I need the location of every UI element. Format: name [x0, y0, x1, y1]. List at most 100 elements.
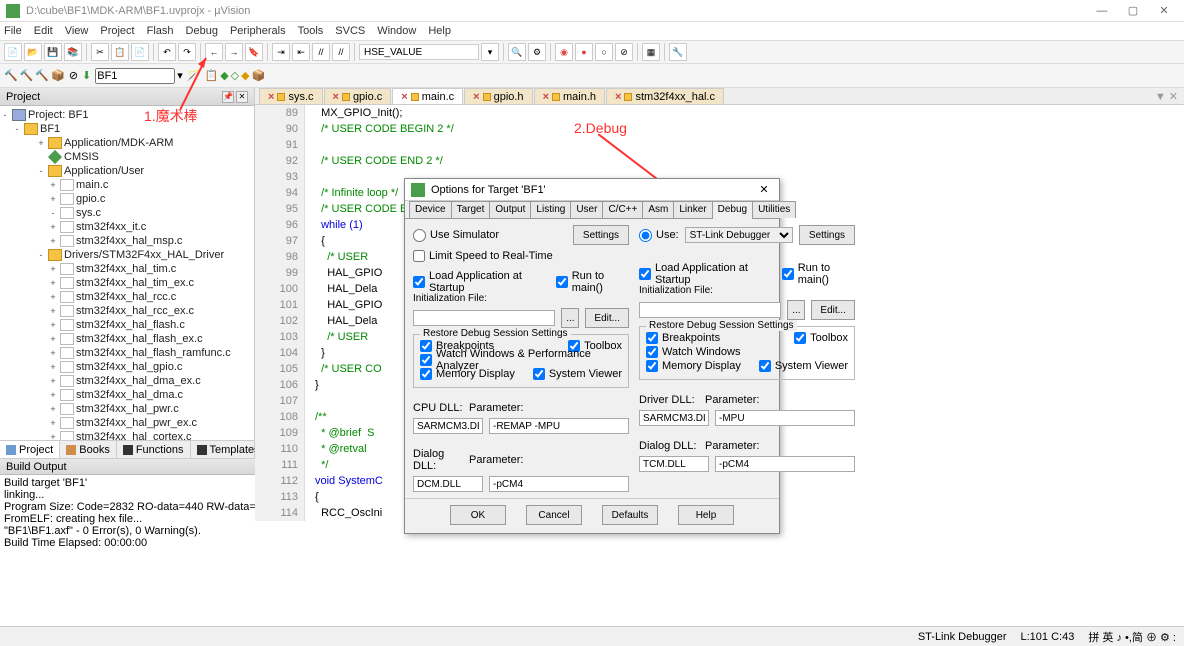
tools-icon[interactable]: 🔧: [669, 43, 687, 61]
bp-kill-icon[interactable]: ⊘: [615, 43, 633, 61]
expand-icon[interactable]: +: [48, 334, 58, 344]
defaults-button[interactable]: Defaults: [602, 505, 658, 525]
translate-icon[interactable]: 🔨: [4, 69, 18, 82]
drv-param-input[interactable]: [715, 410, 855, 426]
dbg-load-app-check[interactable]: Load Application at Startup: [639, 267, 770, 281]
dialog-tab-linker[interactable]: Linker: [673, 201, 712, 218]
expand-icon[interactable]: +: [48, 180, 58, 190]
dbg-toolbox-check[interactable]: Toolbox: [794, 331, 848, 345]
rdlg-dll-input[interactable]: [639, 456, 709, 472]
dlg-dll-input[interactable]: [413, 476, 483, 492]
tab-close-icon[interactable]: ×: [333, 91, 339, 103]
project-tab-project[interactable]: Project: [0, 441, 60, 458]
tree-item[interactable]: +stm32f4xx_hal_flash_ramfunc.c: [0, 346, 254, 360]
tree-item[interactable]: +stm32f4xx_hal_flash_ex.c: [0, 332, 254, 346]
pane-pin-icon[interactable]: 📌: [222, 91, 234, 103]
dbg-breakpoints-check[interactable]: Breakpoints: [646, 331, 788, 345]
expand-icon[interactable]: +: [48, 264, 58, 274]
cut-icon[interactable]: ✂: [91, 43, 109, 61]
expand-icon[interactable]: -: [12, 124, 22, 134]
indent-icon[interactable]: ⇥: [272, 43, 290, 61]
tree-item[interactable]: -BF1: [0, 122, 254, 136]
find-dropdown-icon[interactable]: ▾: [481, 43, 499, 61]
bp-disable-icon[interactable]: ○: [595, 43, 613, 61]
tree-item[interactable]: CMSIS: [0, 150, 254, 164]
uncomment-icon[interactable]: //: [332, 43, 350, 61]
bookmark-icon[interactable]: 🔖: [245, 43, 263, 61]
batch-icon[interactable]: 📦: [51, 69, 65, 82]
expand-icon[interactable]: +: [48, 432, 58, 440]
menu-flash[interactable]: Flash: [147, 25, 174, 37]
editor-tab[interactable]: ×gpio.c: [324, 88, 392, 104]
close-button[interactable]: ✕: [1150, 4, 1178, 17]
dbg-watch-check[interactable]: Watch Windows: [646, 345, 848, 359]
sim-watch-check[interactable]: Watch Windows & Performance Analyzer: [420, 353, 622, 367]
drv-dll-input[interactable]: [639, 410, 709, 426]
tree-item[interactable]: +Application/MDK-ARM: [0, 136, 254, 150]
unindent-icon[interactable]: ⇤: [292, 43, 310, 61]
cancel-button[interactable]: Cancel: [526, 505, 582, 525]
tree-item[interactable]: +main.c: [0, 178, 254, 192]
expand-icon[interactable]: +: [48, 418, 58, 428]
cpu-dll-input[interactable]: [413, 418, 483, 434]
undo-icon[interactable]: ↶: [158, 43, 176, 61]
save-icon[interactable]: 💾: [44, 43, 62, 61]
rte-icon[interactable]: 📦: [252, 69, 266, 82]
dialog-tab-utilities[interactable]: Utilities: [752, 201, 796, 218]
download-icon[interactable]: ⬇: [82, 69, 91, 82]
paste-icon[interactable]: 📄: [131, 43, 149, 61]
ok-button[interactable]: OK: [450, 505, 506, 525]
menu-file[interactable]: File: [4, 25, 22, 37]
expand-icon[interactable]: +: [48, 320, 58, 330]
expand-icon[interactable]: -: [36, 166, 46, 176]
dbg-run-main-check[interactable]: Run to main(): [782, 267, 855, 281]
dialog-tab-device[interactable]: Device: [409, 201, 452, 218]
help-button[interactable]: Help: [678, 505, 734, 525]
rdlg-param-input[interactable]: [715, 456, 855, 472]
dbg-browse-button[interactable]: ...: [787, 300, 805, 320]
editor-tab-menu[interactable]: ▼ ✕: [1149, 90, 1184, 103]
tree-item[interactable]: +stm32f4xx_hal_tim_ex.c: [0, 276, 254, 290]
tree-item[interactable]: +stm32f4xx_hal_gpio.c: [0, 360, 254, 374]
use-simulator-radio[interactable]: Use Simulator: [413, 228, 499, 242]
menu-peripherals[interactable]: Peripherals: [230, 25, 286, 37]
editor-tab[interactable]: ×stm32f4xx_hal.c: [606, 88, 724, 104]
nav-fwd-icon[interactable]: →: [225, 43, 243, 61]
window-icon[interactable]: ▦: [642, 43, 660, 61]
dialog-tab-target[interactable]: Target: [451, 201, 491, 218]
tab-close-icon[interactable]: ×: [401, 91, 407, 103]
sim-load-app-check[interactable]: Load Application at Startup: [413, 275, 544, 289]
menu-tools[interactable]: Tools: [298, 25, 324, 37]
comment-icon[interactable]: //: [312, 43, 330, 61]
cpu-param-input[interactable]: [489, 418, 629, 434]
project-tab-books[interactable]: Books: [60, 441, 117, 458]
menu-window[interactable]: Window: [377, 25, 416, 37]
menu-view[interactable]: View: [65, 25, 89, 37]
tree-item[interactable]: +stm32f4xx_hal_rcc_ex.c: [0, 304, 254, 318]
expand-icon[interactable]: +: [48, 348, 58, 358]
tree-item[interactable]: +stm32f4xx_hal_cortex.c: [0, 430, 254, 440]
dialog-tab-listing[interactable]: Listing: [530, 201, 571, 218]
dlg-param-input[interactable]: [489, 476, 629, 492]
dialog-tab-c/c++[interactable]: C/C++: [602, 201, 643, 218]
expand-icon[interactable]: -: [36, 250, 46, 260]
copy-icon[interactable]: 📋: [111, 43, 129, 61]
debugger-combo[interactable]: ST-Link Debugger: [685, 227, 793, 243]
tree-item[interactable]: +stm32f4xx_it.c: [0, 220, 254, 234]
tab-close-icon[interactable]: ×: [268, 91, 274, 103]
expand-icon[interactable]: +: [48, 362, 58, 372]
dialog-tab-debug[interactable]: Debug: [712, 201, 753, 219]
target-dropdown-icon[interactable]: ▾: [177, 69, 183, 82]
dbg-edit-button[interactable]: Edit...: [811, 300, 855, 320]
new-icon[interactable]: 📄: [4, 43, 22, 61]
tree-item[interactable]: +stm32f4xx_hal_dma_ex.c: [0, 374, 254, 388]
expand-icon[interactable]: +: [36, 138, 46, 148]
breakpoint-icon[interactable]: ●: [575, 43, 593, 61]
tree-item[interactable]: +stm32f4xx_hal_msp.c: [0, 234, 254, 248]
menu-debug[interactable]: Debug: [186, 25, 218, 37]
tree-item[interactable]: -Drivers/STM32F4xx_HAL_Driver: [0, 248, 254, 262]
code-line[interactable]: MX_GPIO_Init();: [315, 105, 1184, 121]
sim-settings-button[interactable]: Settings: [573, 225, 629, 245]
expand-icon[interactable]: -: [0, 110, 10, 120]
minimize-button[interactable]: —: [1088, 5, 1116, 17]
